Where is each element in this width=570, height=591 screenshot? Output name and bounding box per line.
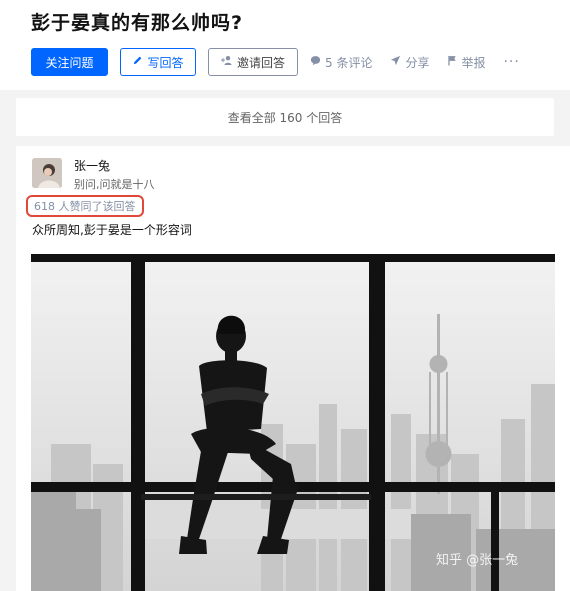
question-header: 彭于晏真的有那么帅吗? 关注问题 写回答 邀请回答 5 条评论 分享 举报 ··…: [0, 0, 570, 90]
vote-count-label: 618 人赞同了该回答: [34, 200, 136, 213]
report-label: 举报: [461, 55, 486, 70]
answer-image[interactable]: 知乎 @张一兔: [31, 254, 555, 591]
paper-plane-icon: [390, 55, 401, 69]
comments-button[interactable]: 5 条评论: [310, 54, 372, 71]
author-name[interactable]: 张一兔: [74, 157, 110, 174]
add-user-icon: [220, 55, 233, 69]
question-title[interactable]: 彭于晏真的有那么帅吗?: [31, 8, 243, 35]
follow-question-button[interactable]: 关注问题: [31, 48, 108, 76]
share-label: 分享: [405, 55, 430, 70]
invite-answer-button[interactable]: 邀请回答: [208, 48, 298, 76]
question-actions: 关注问题 写回答 邀请回答 5 条评论 分享 举报 ···: [31, 48, 520, 76]
write-answer-label: 写回答: [147, 55, 184, 70]
invite-answer-label: 邀请回答: [236, 55, 285, 70]
comments-label: 5 条评论: [325, 55, 373, 70]
write-answer-button[interactable]: 写回答: [120, 48, 196, 76]
view-all-answers-button[interactable]: 查看全部 160 个回答: [16, 98, 554, 136]
share-button[interactable]: 分享: [390, 54, 429, 71]
report-button[interactable]: 举报: [447, 54, 485, 71]
pencil-icon: [132, 55, 143, 69]
more-options-button[interactable]: ···: [503, 54, 519, 70]
author-bio: 别问,问就是十八: [74, 178, 155, 191]
view-all-answers-label: 查看全部 160 个回答: [227, 110, 343, 125]
comment-bubble-icon: [310, 55, 321, 69]
avatar[interactable]: [32, 158, 62, 188]
follow-question-label: 关注问题: [45, 55, 94, 70]
image-watermark: 知乎 @张一兔: [436, 552, 518, 568]
answer-photo-graphic: 知乎 @张一兔: [31, 254, 555, 591]
answer-card: 张一兔 别问,问就是十八 618 人赞同了该回答 众所周知,彭于晏是一个形容词: [16, 146, 570, 591]
flag-icon: [447, 55, 457, 69]
vote-count: 618 人赞同了该回答: [26, 195, 144, 217]
answer-content: 众所周知,彭于晏是一个形容词: [32, 223, 192, 237]
